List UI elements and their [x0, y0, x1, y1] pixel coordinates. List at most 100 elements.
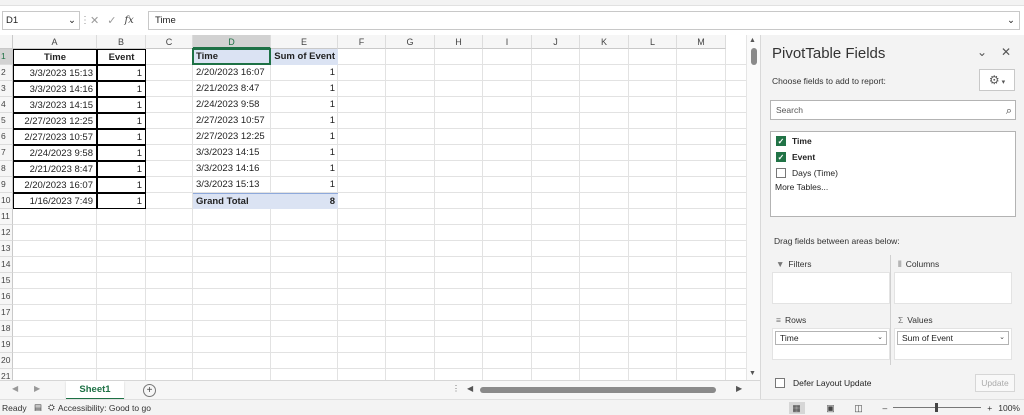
name-box[interactable]: D1 ⌄	[2, 10, 80, 30]
sheet-tab-sheet1[interactable]: Sheet1	[66, 381, 124, 400]
values-field-sum-of-event[interactable]: Sum of Event ⌄	[897, 331, 1009, 345]
pivot-row-label[interactable]: 2/20/2023 16:07	[193, 65, 271, 81]
prev-sheet-icon[interactable]: ◀	[12, 384, 18, 393]
pivot-row-value[interactable]: 1	[271, 129, 338, 145]
row-header-3[interactable]: 3	[0, 81, 13, 97]
enter-icon[interactable]: ✓	[107, 14, 116, 27]
column-header-e[interactable]: E	[271, 35, 338, 49]
macro-record-icon[interactable]: ▤	[34, 402, 42, 413]
pivot-row-label[interactable]: 3/3/2023 15:13	[193, 177, 271, 193]
pivot-header-sum-of-event[interactable]: Sum of Event	[271, 49, 338, 65]
vertical-scroll-thumb[interactable]	[751, 48, 757, 65]
expand-formula-icon[interactable]: ⌄	[1007, 15, 1015, 26]
source-cell-time[interactable]: 2/27/2023 12:25	[13, 113, 97, 129]
formula-input[interactable]: Time ⌄	[148, 10, 1020, 30]
rows-drop-zone[interactable]: Time ⌄	[772, 328, 890, 360]
horizontal-scrollbar[interactable]: ◀ ▶	[462, 384, 747, 395]
more-tables-link[interactable]: More Tables...	[775, 182, 828, 192]
source-cell-event[interactable]: 1	[97, 145, 146, 161]
accessibility-icon[interactable]: ⛭	[48, 402, 55, 413]
row-header-17[interactable]: 17	[0, 305, 13, 321]
columns-area[interactable]: ⦀ Columns	[894, 256, 1012, 304]
defer-layout-checkbox[interactable]: Defer Layout Update	[775, 378, 871, 388]
pivot-row-value[interactable]: 1	[271, 97, 338, 113]
add-sheet-icon[interactable]: +	[143, 384, 156, 397]
pivot-row-label[interactable]: 2/24/2023 9:58	[193, 97, 271, 113]
filters-area[interactable]: ▼ Filters	[772, 256, 890, 304]
tab-splitter-icon[interactable]: ⋮	[452, 384, 460, 393]
row-header-21[interactable]: 21	[0, 369, 13, 380]
source-cell-time[interactable]: 2/24/2023 9:58	[13, 145, 97, 161]
pivot-row-value[interactable]: 1	[271, 145, 338, 161]
page-break-icon[interactable]: ◫	[851, 402, 867, 414]
source-cell-time[interactable]: 2/27/2023 10:57	[13, 129, 97, 145]
tools-button[interactable]: ⚙ ▾	[979, 69, 1015, 91]
pane-options-chevron-icon[interactable]: ⌄	[977, 45, 987, 59]
source-header-event[interactable]: Event	[97, 49, 146, 65]
scroll-up-icon[interactable]: ▲	[749, 37, 756, 44]
row-header-12[interactable]: 12	[0, 225, 13, 241]
pivot-row-value[interactable]: 1	[271, 113, 338, 129]
row-header-14[interactable]: 14	[0, 257, 13, 273]
rows-area[interactable]: ≡ Rows Time ⌄	[772, 312, 890, 360]
field-item-days[interactable]: Days (Time)	[776, 168, 838, 178]
source-cell-time[interactable]: 1/16/2023 7:49	[13, 193, 97, 209]
row-header-2[interactable]: 2	[0, 65, 13, 81]
pivot-row-value[interactable]: 1	[271, 65, 338, 81]
scroll-down-icon[interactable]: ▼	[749, 370, 756, 377]
select-all-corner[interactable]	[0, 35, 13, 49]
field-item-event[interactable]: ✓ Event	[776, 152, 815, 162]
column-header-f[interactable]: F	[338, 35, 386, 49]
row-header-8[interactable]: 8	[0, 161, 13, 177]
row-header-4[interactable]: 4	[0, 97, 13, 113]
zoom-level[interactable]: 100%	[998, 403, 1020, 413]
field-search-input[interactable]: Search ⌕	[770, 100, 1016, 120]
source-cell-time[interactable]: 2/21/2023 8:47	[13, 161, 97, 177]
pivot-row-value[interactable]: 1	[271, 81, 338, 97]
scroll-left-icon[interactable]: ◀	[467, 384, 473, 393]
source-cell-event[interactable]: 1	[97, 97, 146, 113]
update-button[interactable]: Update	[975, 374, 1015, 392]
source-cell-event[interactable]: 1	[97, 113, 146, 129]
pivot-row-value[interactable]: 1	[271, 161, 338, 177]
source-cell-event[interactable]: 1	[97, 65, 146, 81]
page-layout-icon[interactable]: ▣	[823, 402, 839, 414]
chevron-down-icon[interactable]: ⌄	[877, 332, 883, 344]
horizontal-scroll-thumb[interactable]	[480, 387, 716, 393]
column-header-m[interactable]: M	[677, 35, 726, 49]
zoom-out-icon[interactable]: –	[883, 403, 888, 413]
row-header-15[interactable]: 15	[0, 273, 13, 289]
column-header-h[interactable]: H	[435, 35, 483, 49]
column-header-i[interactable]: I	[483, 35, 532, 49]
row-header-20[interactable]: 20	[0, 353, 13, 369]
source-cell-event[interactable]: 1	[97, 129, 146, 145]
row-header-11[interactable]: 11	[0, 209, 13, 225]
column-header-g[interactable]: G	[386, 35, 435, 49]
rows-field-time[interactable]: Time ⌄	[775, 331, 887, 345]
pivot-row-label[interactable]: 3/3/2023 14:15	[193, 145, 271, 161]
source-cell-event[interactable]: 1	[97, 177, 146, 193]
source-cell-time[interactable]: 3/3/2023 14:16	[13, 81, 97, 97]
source-cell-time[interactable]: 3/3/2023 15:13	[13, 65, 97, 81]
chevron-down-icon[interactable]: ⌄	[68, 15, 76, 26]
row-header-13[interactable]: 13	[0, 241, 13, 257]
source-cell-event[interactable]: 1	[97, 161, 146, 177]
column-header-j[interactable]: J	[532, 35, 580, 49]
close-icon[interactable]: ✕	[1001, 45, 1011, 59]
pivot-row-label[interactable]: 2/21/2023 8:47	[193, 81, 271, 97]
column-header-d[interactable]: D	[193, 35, 271, 49]
accessibility-status[interactable]: Accessibility: Good to go	[58, 403, 151, 413]
source-cell-time[interactable]: 2/20/2023 16:07	[13, 177, 97, 193]
column-header-k[interactable]: K	[580, 35, 629, 49]
source-cell-time[interactable]: 3/3/2023 14:15	[13, 97, 97, 113]
pivot-row-label[interactable]: 2/27/2023 12:25	[193, 129, 271, 145]
source-cell-event[interactable]: 1	[97, 193, 146, 209]
columns-drop-zone[interactable]	[894, 272, 1012, 304]
column-header-l[interactable]: L	[629, 35, 677, 49]
chevron-down-icon[interactable]: ⌄	[999, 332, 1005, 344]
source-header-time[interactable]: Time	[13, 49, 97, 65]
checkbox-checked-icon[interactable]: ✓	[776, 152, 786, 162]
row-header-10[interactable]: 10	[0, 193, 13, 209]
field-item-time[interactable]: ✓ Time	[776, 136, 812, 146]
worksheet-grid[interactable]: A B C D E F G H I J K L M 1 2 3 4 5 6 7 8 9 10 11 12 13 14 15 16 17 18…	[0, 35, 746, 380]
